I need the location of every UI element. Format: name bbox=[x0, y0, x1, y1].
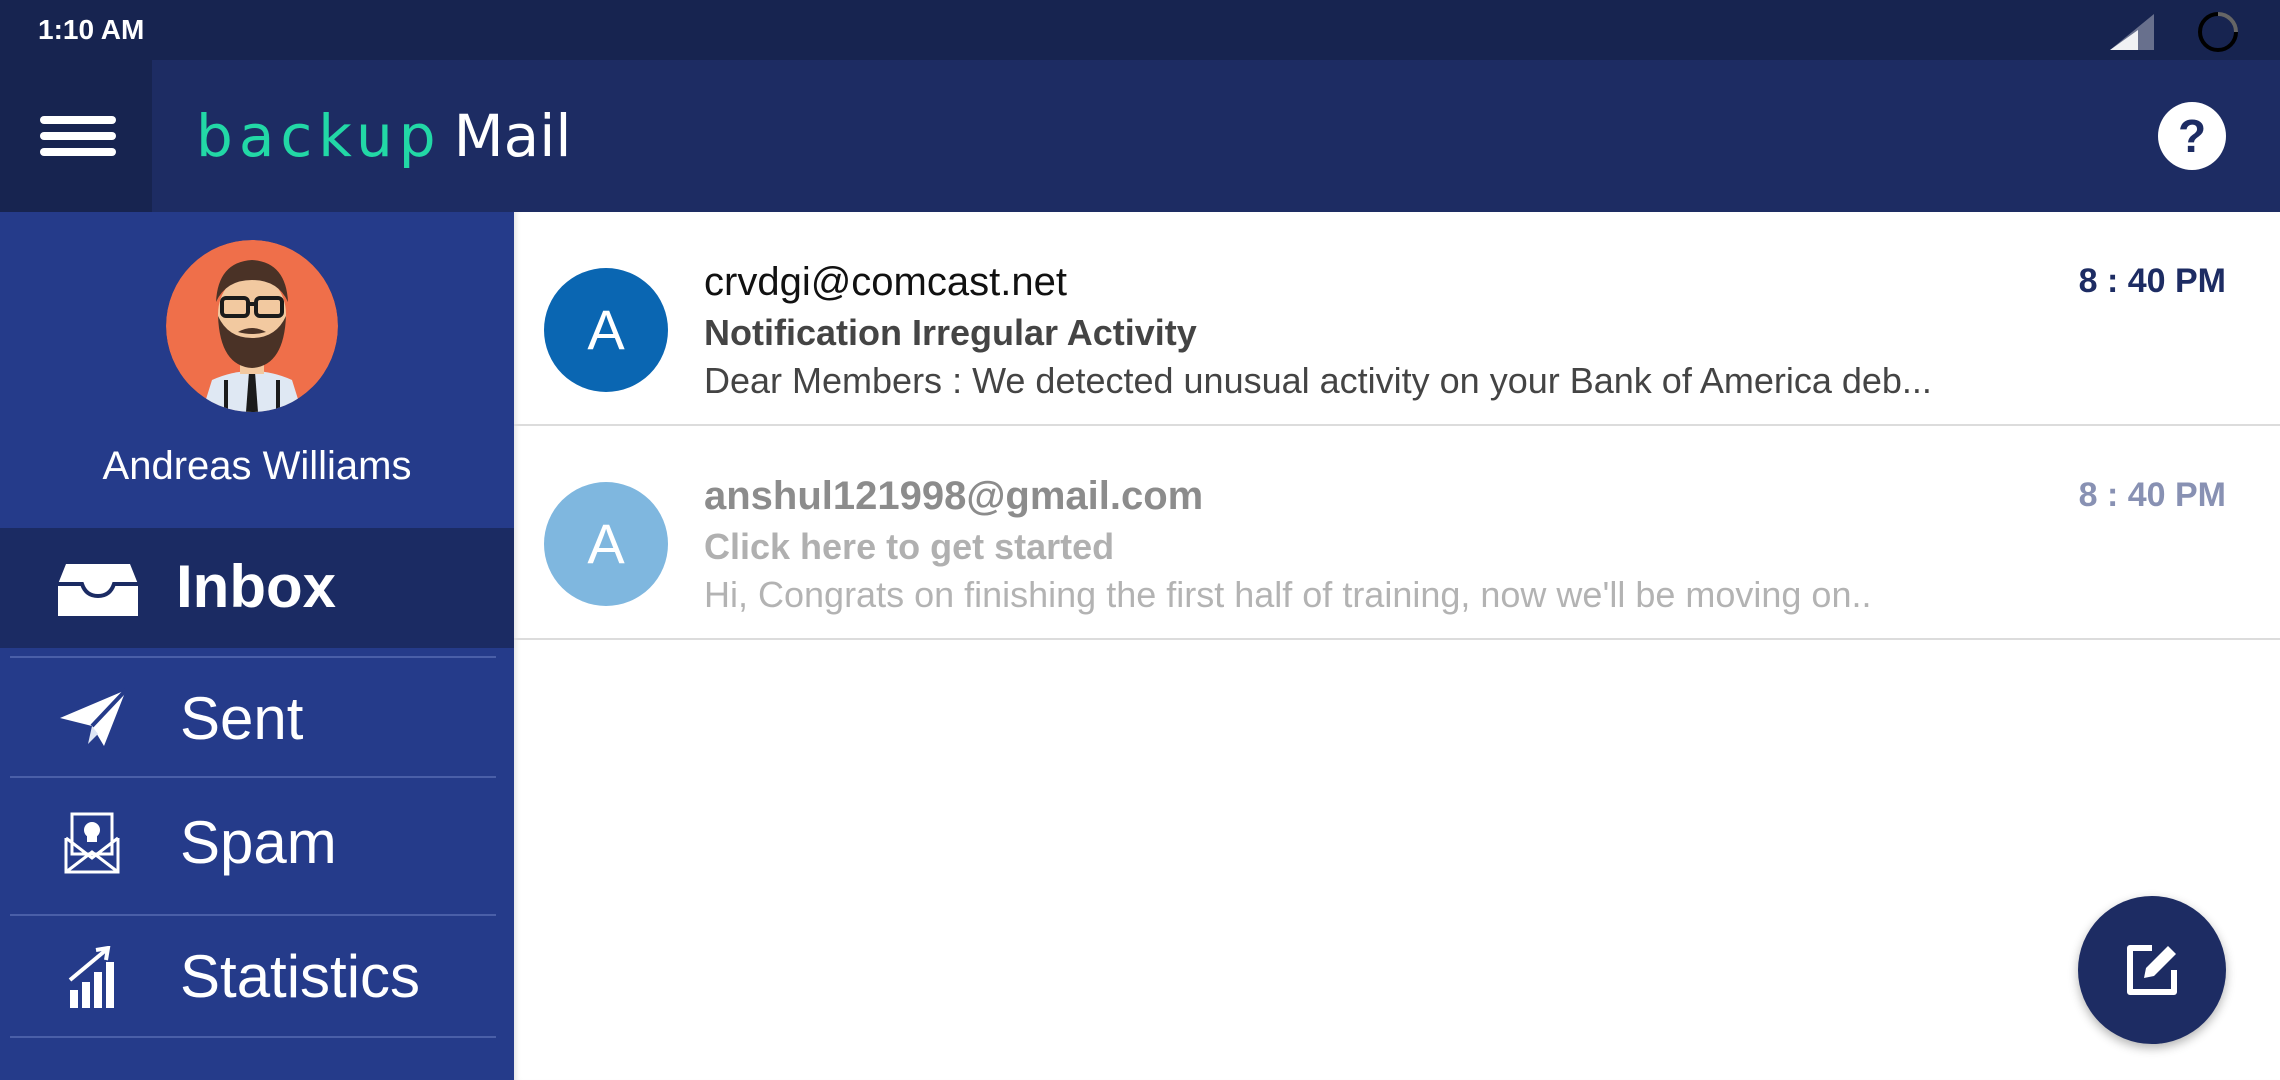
sidebar-item-inbox[interactable]: Inbox bbox=[0, 528, 514, 648]
menu-button[interactable] bbox=[0, 60, 152, 212]
mail-time: 8 : 40 PM bbox=[2078, 262, 2226, 300]
logo-backup-text: backup bbox=[196, 102, 442, 170]
sender-avatar: A bbox=[544, 268, 668, 392]
compose-edit-icon bbox=[2127, 945, 2177, 995]
mail-sender: crvdgi@comcast.net bbox=[704, 260, 1067, 304]
help-button[interactable]: ? bbox=[2158, 102, 2226, 170]
inbox-tray-icon bbox=[58, 564, 138, 616]
bar-chart-icon bbox=[68, 946, 114, 1008]
mail-time: 8 : 40 PM bbox=[2078, 476, 2226, 514]
user-name: Andreas Williams bbox=[102, 444, 412, 488]
mail-subject: Click here to get started bbox=[704, 526, 1115, 567]
sidebar-item-sent[interactable]: Sent bbox=[0, 658, 514, 776]
mail-sender: anshul121998@gmail.com bbox=[704, 474, 1204, 518]
sidebar: Andreas Williams Inbox Sent Spam Statist… bbox=[0, 212, 514, 1080]
mail-list-item[interactable]: A anshul121998@gmail.com Click here to g… bbox=[514, 426, 2280, 640]
sidebar-item-label: Sent bbox=[180, 685, 304, 752]
logo-mail-text: Mail bbox=[453, 102, 572, 170]
sender-avatar: A bbox=[544, 482, 668, 606]
sidebar-item-spam[interactable]: Spam bbox=[0, 778, 514, 914]
status-time: 1:10 AM bbox=[38, 14, 145, 45]
hamburger-line bbox=[40, 132, 116, 140]
app-logo: backup Mail bbox=[196, 104, 571, 168]
app-bar: backup Mail ? bbox=[0, 60, 2280, 212]
avatar bbox=[166, 240, 338, 412]
divider bbox=[10, 1036, 496, 1038]
sidebar-item-label: Statistics bbox=[180, 943, 421, 1010]
sidebar-item-label: Inbox bbox=[176, 553, 336, 620]
mail-preview: Hi, Congrats on finishing the first half… bbox=[704, 574, 1872, 615]
hamburger-line bbox=[40, 148, 116, 156]
loading-spinner-icon bbox=[2198, 12, 2238, 52]
sidebar-item-statistics[interactable]: Statistics bbox=[0, 916, 514, 1036]
sidebar-item-label: Spam bbox=[180, 809, 337, 876]
compose-button[interactable] bbox=[2078, 896, 2226, 1044]
help-icon: ? bbox=[2177, 110, 2207, 162]
status-bar: 1:10 AM bbox=[0, 0, 2280, 60]
mail-list: A crvdgi@comcast.net Notification Irregu… bbox=[514, 212, 2280, 1080]
mail-preview: Dear Members : We detected unusual activ… bbox=[704, 360, 1932, 401]
hamburger-menu-icon bbox=[40, 116, 116, 124]
paper-plane-icon bbox=[60, 688, 128, 746]
spam-envelope-icon bbox=[64, 812, 120, 874]
signal-icon bbox=[2110, 14, 2154, 50]
mail-list-item[interactable]: A crvdgi@comcast.net Notification Irregu… bbox=[514, 212, 2280, 426]
mail-subject: Notification Irregular Activity bbox=[704, 312, 1197, 353]
